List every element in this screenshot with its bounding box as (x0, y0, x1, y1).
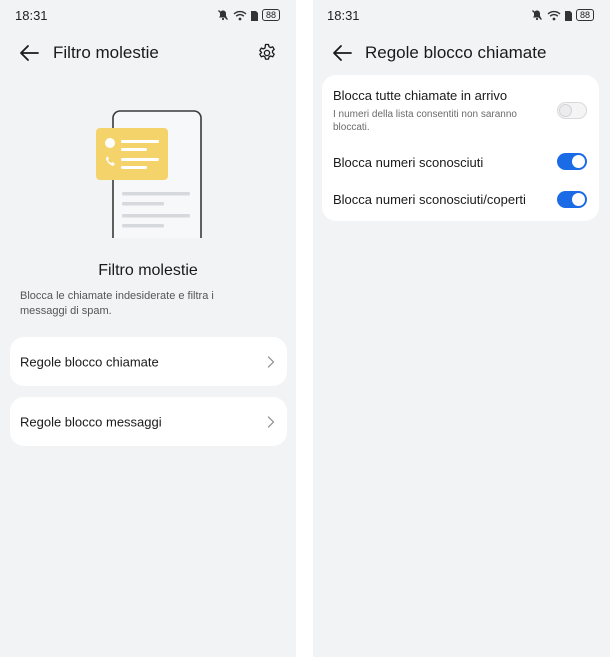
status-bar: 18:31 88 (313, 0, 610, 32)
block-all-calls-toggle[interactable] (557, 102, 587, 119)
battery-icon: 88 (575, 9, 594, 21)
block-unknown-row[interactable]: Blocca numeri sconosciuti (322, 145, 599, 181)
status-time: 18:31 (15, 8, 48, 23)
block-unknown-toggle[interactable] (557, 153, 587, 170)
settings-button[interactable] (257, 43, 277, 63)
left-screen: 18:31 88 Filtro molestie Filtro molestie… (0, 0, 296, 657)
hero-title: Filtro molestie (98, 262, 198, 279)
block-unknown-hidden-label: Blocca numeri sconosciuti/coperti (333, 192, 526, 207)
phone-illustration (96, 110, 202, 238)
message-block-rules-item[interactable]: Regole blocco messaggi (10, 397, 287, 446)
block-unknown-hidden-row[interactable]: Blocca numeri sconosciuti/coperti (322, 181, 599, 219)
status-time: 18:31 (327, 8, 360, 23)
back-button[interactable] (331, 43, 355, 63)
block-all-calls-subtitle: I numeri della lista consentiti non sara… (333, 109, 517, 133)
call-block-rules-item[interactable]: Regole blocco chiamate (10, 337, 287, 386)
page-title: Filtro molestie (53, 43, 159, 62)
chevron-right-icon (267, 355, 275, 368)
chevron-right-icon (267, 415, 275, 428)
toggle-knob (572, 193, 585, 206)
wifi-icon (233, 10, 247, 20)
bell-off-icon (532, 10, 542, 21)
toggle-knob (572, 155, 585, 168)
block-unknown-label: Blocca numeri sconosciuti (333, 155, 484, 170)
gear-icon (259, 43, 275, 60)
page-title: Regole blocco chiamate (365, 43, 547, 62)
block-unknown-hidden-toggle[interactable] (557, 191, 587, 208)
call-block-settings-card: Blocca tutte chiamate in arrivo I numeri… (322, 75, 599, 221)
status-bar: 18:31 88 (0, 0, 296, 32)
block-all-calls-label: Blocca tutte chiamate in arrivo (333, 88, 508, 103)
sim-icon (250, 10, 258, 21)
call-block-rules-label: Regole blocco chiamate (20, 354, 159, 369)
status-icons: 88 (531, 9, 594, 21)
hero-description: Blocca le chiamate indesiderate e filtra… (20, 290, 214, 317)
app-bar: Regole blocco chiamate (313, 36, 610, 70)
bell-off-icon (218, 10, 228, 21)
back-arrow-icon (20, 45, 39, 61)
status-icons: 88 (217, 9, 280, 21)
sim-icon (564, 10, 572, 21)
battery-icon: 88 (261, 9, 280, 21)
wifi-icon (547, 10, 561, 20)
message-block-rules-label: Regole blocco messaggi (20, 414, 162, 429)
right-screen: 18:31 88 Regole blocco chiamate Blocca t… (313, 0, 610, 657)
app-bar: Filtro molestie (0, 36, 296, 70)
toggle-knob (559, 104, 572, 117)
back-button[interactable] (18, 43, 42, 63)
block-all-calls-row[interactable]: Blocca tutte chiamate in arrivo I numeri… (322, 75, 599, 145)
back-arrow-icon (333, 45, 352, 61)
